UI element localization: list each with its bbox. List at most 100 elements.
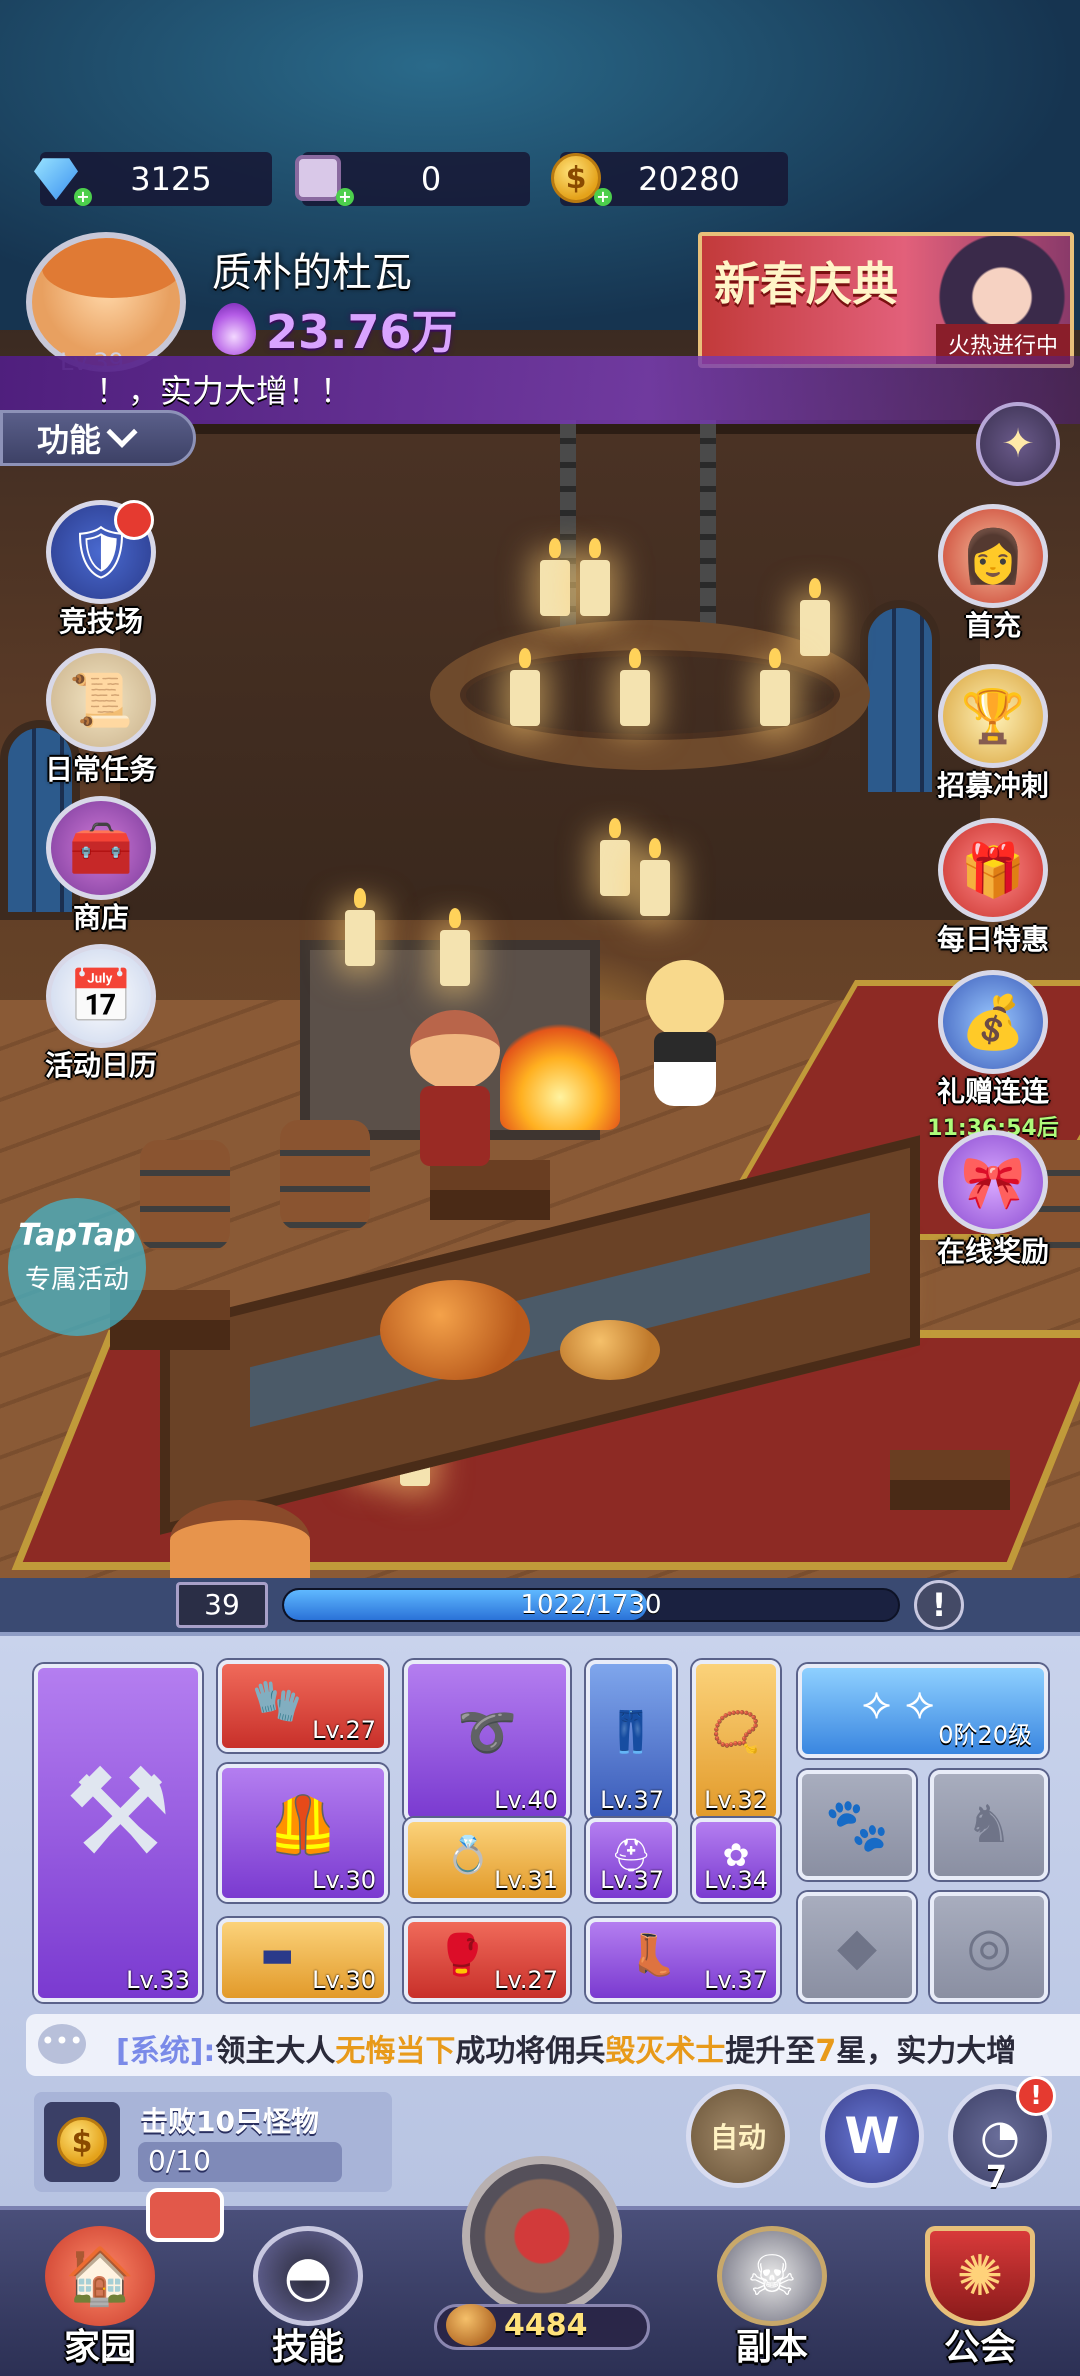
locked-slot-mount[interactable]: ♞ <box>930 1770 1048 1880</box>
side-item-daily-tasks[interactable]: 📜 日常任务 <box>26 648 176 788</box>
bread <box>560 1320 660 1380</box>
quest-reward: $ <box>44 2102 120 2182</box>
equip-level: Lv.33 <box>126 1966 190 1994</box>
side-item-daily-deal[interactable]: 🎁 每日特惠 <box>918 818 1068 958</box>
equip-slot-weapon[interactable]: ⚒ Lv.33 <box>34 1664 202 2002</box>
house-icon: 🏠 <box>45 2226 155 2326</box>
calendar-icon: 📅 <box>46 944 156 1048</box>
chat-message: [系统]:领主大人无悔当下成功将佣兵毁灭术士提升至7星，实力大增 <box>116 2026 1016 2070</box>
add-diamond-icon[interactable]: + <box>74 188 92 206</box>
equip-slot-belt[interactable]: ▬ Lv.30 <box>218 1918 388 2002</box>
paw-icon: 🐾 <box>824 1795 890 1856</box>
auto-battle-button[interactable]: 自动 <box>686 2084 790 2188</box>
scroll-counter[interactable]: + 0 <box>295 152 530 206</box>
nav-battle-center[interactable]: 4484 <box>424 2156 660 2356</box>
maid-head <box>646 960 724 1038</box>
equip-level: Lv.37 <box>704 1966 768 1994</box>
chevron-down-icon <box>106 416 138 448</box>
side-item-event-calendar[interactable]: 📅 活动日历 <box>26 944 176 1084</box>
hero-character[interactable] <box>400 1010 510 1170</box>
chat-text: 成功将佣兵 <box>455 2034 606 2069</box>
side-item-label: 每日特惠 <box>936 923 1049 956</box>
equip-level: Lv.27 <box>312 1716 376 1744</box>
armor-icon: 🦺 <box>268 1793 338 1859</box>
nav-skills[interactable]: ◓ 技能 <box>228 2226 388 2370</box>
guild-banner-icon: ✺ <box>925 2226 1035 2326</box>
xp-text: 1022/1730 <box>520 1590 662 1620</box>
hero-body <box>420 1086 490 1166</box>
add-gold-icon[interactable]: + <box>594 188 612 206</box>
equip-slot-headband[interactable]: ➰ Lv.40 <box>404 1660 570 1822</box>
nav-home[interactable]: 🏠 家园 <box>20 2226 180 2370</box>
side-item-shop[interactable]: 🧰 商店 <box>26 796 176 936</box>
gauntlet-icon: 🥊 <box>436 1932 487 1979</box>
equip-slot-helmet[interactable]: ⛑ Lv.37 <box>586 1818 676 1902</box>
demon-eye-icon <box>462 2156 622 2316</box>
info-icon[interactable]: ! <box>914 1580 964 1630</box>
side-item-label: 竞技场 <box>58 605 143 638</box>
maid-body <box>654 1032 716 1106</box>
nav-label: 公会 <box>943 2327 1016 2368</box>
equip-slot-ring[interactable]: 💍 Lv.31 <box>404 1818 570 1902</box>
spring-festival-banner[interactable]: 新春庆典 火热进行中 <box>698 232 1074 368</box>
equip-level: Lv.30 <box>312 1966 376 1994</box>
taptap-event-button[interactable]: TapTap 专属活动 <box>8 1198 146 1336</box>
barrel <box>280 1120 370 1230</box>
compass-star-icon[interactable]: ✦ <box>976 402 1060 486</box>
chat-hero-name: 毁灭术士 <box>605 2034 726 2069</box>
gold-counter[interactable]: $ + 20280 <box>551 152 788 206</box>
candle <box>800 578 830 656</box>
diamond-counter[interactable]: + 3125 <box>34 152 272 206</box>
side-item-label: 商店 <box>72 901 129 934</box>
treasure-chest-icon[interactable] <box>146 2188 224 2242</box>
side-item-first-recharge[interactable]: 👩 首充 <box>918 504 1068 644</box>
locked-slot-pet[interactable]: 🐾 <box>798 1770 916 1880</box>
shop-chest-icon: 🧰 <box>46 796 156 900</box>
candle <box>760 648 790 726</box>
roast-turkey <box>380 1280 530 1380</box>
quest-title: 击败10只怪物 <box>140 2105 319 2138</box>
equip-level: Lv.37 <box>600 1866 664 1894</box>
maid-npc[interactable] <box>640 960 730 1110</box>
nav-guild[interactable]: ✺ 公会 <box>900 2226 1060 2370</box>
notification-dot <box>114 500 154 540</box>
candle <box>580 538 610 616</box>
nav-label: 副本 <box>735 2327 808 2368</box>
chat-prefix: [系统]: <box>116 2034 216 2069</box>
combat-power: 23.76万 <box>212 296 458 362</box>
equip-slot-wings[interactable]: ⟡ ⟡ 0阶20级 <box>798 1664 1048 1758</box>
side-item-arena[interactable]: 🛡 竞技场 <box>26 500 176 640</box>
w-button[interactable]: W <box>820 2084 924 2188</box>
equip-level: Lv.31 <box>494 1866 558 1894</box>
quest-tracker[interactable]: $ 击败10只怪物 0/10 <box>34 2092 392 2192</box>
bracer-icon: 🧤 <box>252 1678 302 1725</box>
horse-icon: ♞ <box>965 1795 1013 1855</box>
equip-slot-gauntlet[interactable]: 🥊 Lv.27 <box>404 1918 570 2002</box>
add-scroll-icon[interactable]: + <box>336 188 354 206</box>
system-chat-ticker[interactable]: ••• [系统]:领主大人无悔当下成功将佣兵毁灭术士提升至7星，实力大增 <box>26 2014 1080 2076</box>
gold-coin-icon: $ <box>57 2117 107 2167</box>
power-value: 23.76万 <box>266 305 458 359</box>
candle <box>600 818 630 896</box>
equip-slot-boots[interactable]: 👢 Lv.37 <box>586 1918 780 2002</box>
function-menu-button[interactable]: 功能 <box>0 410 196 466</box>
candle <box>510 648 540 726</box>
auto-label: 自动 <box>709 2121 766 2154</box>
speed-count: 7 <box>986 2160 1007 2195</box>
equip-slot-armor[interactable]: 🦺 Lv.30 <box>218 1764 388 1902</box>
side-item-recruit-sprint[interactable]: 🏆 招募冲刺 <box>918 664 1068 804</box>
equip-slot-bracer[interactable]: 🧤 Lv.27 <box>218 1660 388 1752</box>
xp-bar: 1022/1730 <box>282 1588 900 1622</box>
nav-dungeon[interactable]: ☠ 副本 <box>692 2226 852 2370</box>
equip-slot-necklace[interactable]: 📿 Lv.32 <box>692 1660 780 1822</box>
side-item-online-reward[interactable]: 🎀 在线奖励 <box>918 1130 1068 1270</box>
equip-level: Lv.30 <box>312 1866 376 1894</box>
event-title: 新春庆典 <box>714 257 898 311</box>
nav-label: 家园 <box>63 2327 136 2368</box>
equip-slot-pants[interactable]: 👖 Lv.37 <box>586 1660 676 1822</box>
hero-character-partial[interactable] <box>170 1500 310 1580</box>
locked-slot-relic[interactable]: ◎ <box>930 1892 1048 2002</box>
chain <box>700 420 716 650</box>
locked-slot-gem[interactable]: ◆ <box>798 1892 916 2002</box>
equip-slot-charm[interactable]: ✿ Lv.34 <box>692 1818 780 1902</box>
